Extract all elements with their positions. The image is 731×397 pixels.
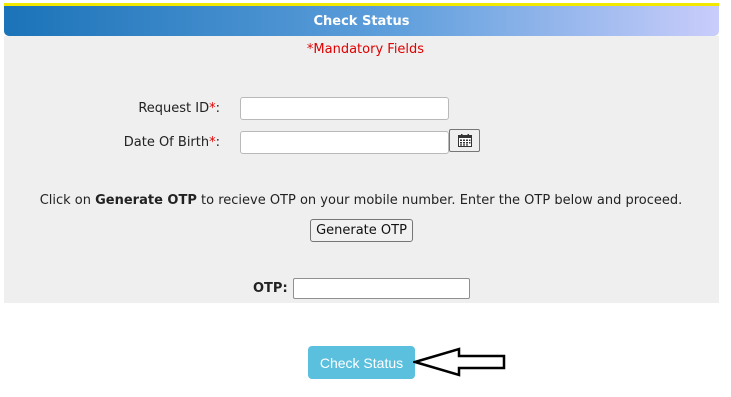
mandatory-note: *Mandatory Fields	[306, 42, 425, 57]
otp-input[interactable]	[293, 278, 470, 299]
page-title: Check Status	[313, 13, 410, 29]
calendar-button[interactable]	[449, 129, 480, 152]
header-bar: Check Status	[4, 6, 719, 36]
generate-otp-button[interactable]: Generate OTP	[310, 219, 413, 242]
request-id-label: Request ID*:	[138, 101, 220, 116]
form-panel	[4, 36, 719, 303]
calendar-icon	[457, 134, 472, 147]
otp-instruction: Click on Generate OTP to recieve OTP on …	[39, 193, 683, 208]
left-arrow-icon	[413, 347, 506, 377]
check-status-button[interactable]: Check Status	[308, 346, 415, 379]
otp-label: OTP:	[253, 281, 288, 296]
request-id-input[interactable]	[240, 97, 449, 120]
dob-label: Date Of Birth*:	[123, 135, 220, 150]
dob-input[interactable]	[240, 131, 449, 154]
